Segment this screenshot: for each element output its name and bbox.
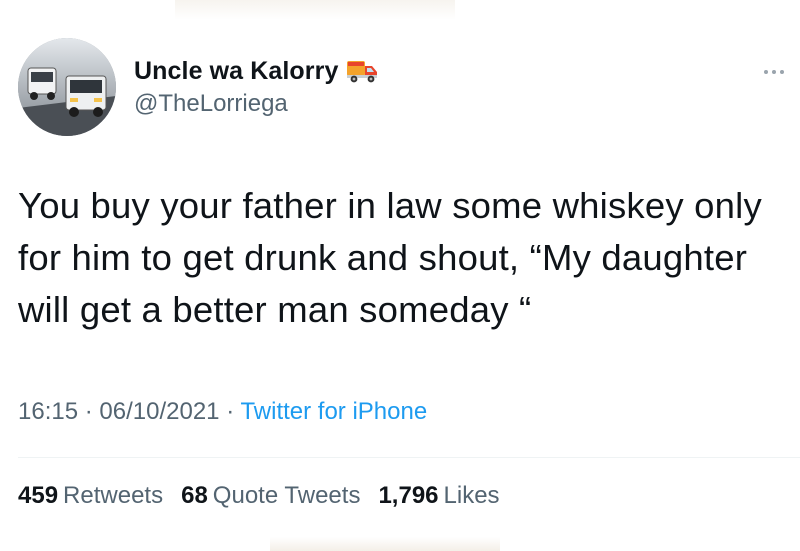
dot xyxy=(772,70,776,74)
retweets-count: 459 xyxy=(18,482,59,509)
avatar[interactable] xyxy=(18,38,116,136)
likes-label: Likes xyxy=(443,482,500,509)
meta-separator: · xyxy=(226,398,241,425)
tweet-source-link[interactable]: Twitter for iPhone xyxy=(240,398,427,425)
tweet-date[interactable]: 06/10/2021 xyxy=(99,398,219,425)
dot xyxy=(764,70,768,74)
likes-count: 1,796 xyxy=(378,482,439,509)
user-handle[interactable]: @TheLorriega xyxy=(134,90,378,118)
likes-stat[interactable]: 1,796 Likes xyxy=(378,482,499,510)
bottom-image-bleed xyxy=(270,537,500,551)
retweets-stat[interactable]: 459 Retweets xyxy=(18,482,163,510)
tweet-stats: 459 Retweets 68 Quote Tweets 1,796 Likes xyxy=(18,482,500,510)
tweet-meta: 16:15 · 06/10/2021 · Twitter for iPhone xyxy=(18,398,427,426)
quote-tweets-count: 68 xyxy=(181,482,208,509)
tweet-header: Uncle wa Kalorry @TheLorriega xyxy=(18,38,798,138)
quote-tweets-stat[interactable]: 68 Quote Tweets xyxy=(181,482,360,510)
retweets-label: Retweets xyxy=(63,482,164,509)
meta-separator: · xyxy=(84,398,100,425)
name-block: Uncle wa Kalorry @TheLorriega xyxy=(134,56,378,118)
top-image-bleed xyxy=(175,0,455,20)
more-options-icon[interactable] xyxy=(756,66,792,78)
display-name[interactable]: Uncle wa Kalorry xyxy=(134,57,338,86)
display-name-row: Uncle wa Kalorry xyxy=(134,56,378,86)
tweet-text: You buy your father in law some whiskey … xyxy=(18,185,762,330)
tweet-card: Uncle wa Kalorry @TheLorriega You buy yo… xyxy=(0,0,800,551)
dot xyxy=(780,70,784,74)
divider xyxy=(18,457,800,458)
delivery-truck-icon xyxy=(346,58,378,84)
truck-avatar-icon xyxy=(18,38,116,136)
quote-tweets-label: Quote Tweets xyxy=(212,482,361,509)
tweet-time[interactable]: 16:15 xyxy=(18,398,78,425)
